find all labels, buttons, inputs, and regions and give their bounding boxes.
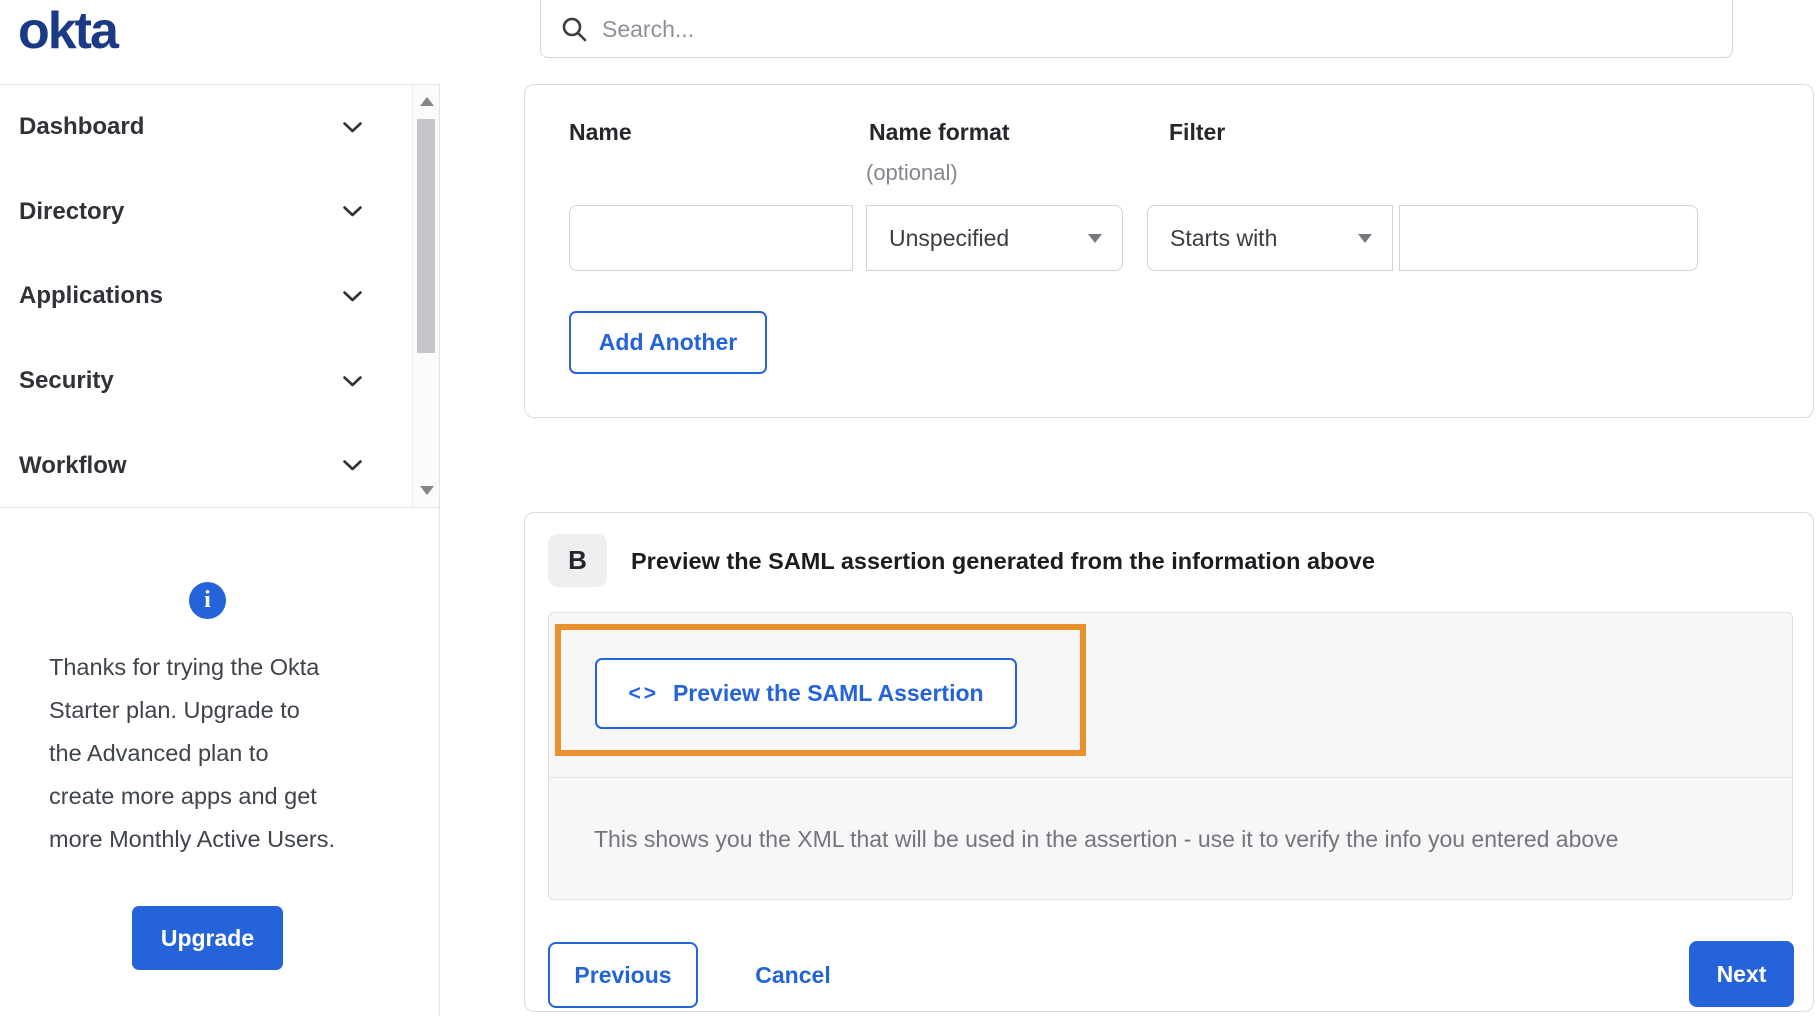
dropdown-caret-icon [1088, 233, 1102, 243]
upsell-line: Starter plan. Upgrade to [49, 697, 300, 723]
dropdown-caret-icon [1358, 233, 1372, 243]
section-heading: Preview the SAML assertion generated fro… [631, 548, 1375, 574]
upgrade-button[interactable]: Upgrade [132, 906, 283, 970]
preview-saml-assertion-button[interactable]: <> Preview the SAML Assertion [595, 658, 1017, 729]
sidebar-item-applications[interactable]: Applications [0, 254, 440, 339]
scroll-up-arrow-icon[interactable] [420, 97, 434, 106]
sidebar-item-directory[interactable]: Directory [0, 170, 440, 255]
name-format-selected-value: Unspecified [889, 224, 1010, 251]
sidebar-item-workflow[interactable]: Workflow [0, 423, 440, 508]
info-icon: i [189, 582, 226, 619]
preview-panel: <> Preview the SAML Assertion This shows… [548, 612, 1793, 900]
name-format-column-label: Name format [869, 119, 1010, 145]
preview-panel-top: <> Preview the SAML Assertion [549, 613, 1792, 777]
chevron-down-icon [343, 460, 362, 471]
cancel-link[interactable]: Cancel [738, 942, 848, 1008]
sidebar-nav: Dashboard Directory Applications Securit… [0, 84, 440, 508]
next-button[interactable]: Next [1689, 941, 1794, 1007]
add-another-button[interactable]: Add Another [569, 311, 767, 374]
sidebar-item-security[interactable]: Security [0, 339, 440, 424]
code-brackets-icon: <> [628, 681, 659, 705]
sidebar-item-label: Workflow [19, 451, 127, 479]
sidebar-divider [439, 84, 440, 1016]
attribute-statements-card: Name Name format (optional) Filter Unspe… [524, 84, 1814, 418]
preview-panel-bottom: This shows you the XML that will be used… [549, 777, 1792, 900]
filter-column-label: Filter [1169, 119, 1226, 145]
upsell-line: Thanks for trying the Okta [49, 654, 320, 680]
scroll-down-arrow-icon[interactable] [420, 486, 434, 495]
chevron-down-icon [343, 291, 362, 302]
name-column-label: Name [569, 119, 632, 145]
previous-button[interactable]: Previous [548, 942, 698, 1008]
chevron-down-icon [343, 375, 362, 386]
name-format-optional-hint: (optional) [866, 160, 958, 185]
scrollbar-thumb[interactable] [417, 119, 435, 353]
sidebar-item-label: Dashboard [19, 113, 145, 141]
preview-button-label: Preview the SAML Assertion [672, 680, 984, 706]
filter-operator-selected-value: Starts with [1170, 224, 1278, 251]
chevron-down-icon [343, 121, 362, 133]
preview-description: This shows you the XML that will be used… [594, 825, 1619, 852]
okta-logo: okta [18, 2, 119, 60]
sidebar-item-label: Applications [19, 282, 164, 310]
chevron-down-icon [343, 206, 362, 217]
name-format-dropdown[interactable]: Unspecified [866, 205, 1123, 271]
sidebar-item-label: Security [19, 367, 114, 395]
global-search[interactable] [540, 0, 1733, 58]
filter-value-input[interactable] [1399, 205, 1698, 271]
sidebar-item-label: Directory [19, 197, 125, 225]
preview-saml-card: B Preview the SAML assertion generated f… [524, 512, 1814, 1012]
step-b-badge: B [548, 534, 607, 587]
upsell-line: create more apps and get [49, 783, 317, 809]
filter-operator-dropdown[interactable]: Starts with [1147, 205, 1393, 271]
search-input[interactable] [602, 15, 1732, 43]
upsell-line: more Monthly Active Users. [49, 826, 336, 852]
sidebar-item-dashboard[interactable]: Dashboard [0, 85, 440, 170]
upsell-message: Thanks for trying the Okta Starter plan.… [49, 646, 399, 861]
upsell-line: the Advanced plan to [49, 740, 269, 766]
sidebar-scrollbar[interactable] [412, 85, 439, 507]
attribute-name-input[interactable] [569, 205, 853, 271]
search-icon [562, 17, 587, 41]
